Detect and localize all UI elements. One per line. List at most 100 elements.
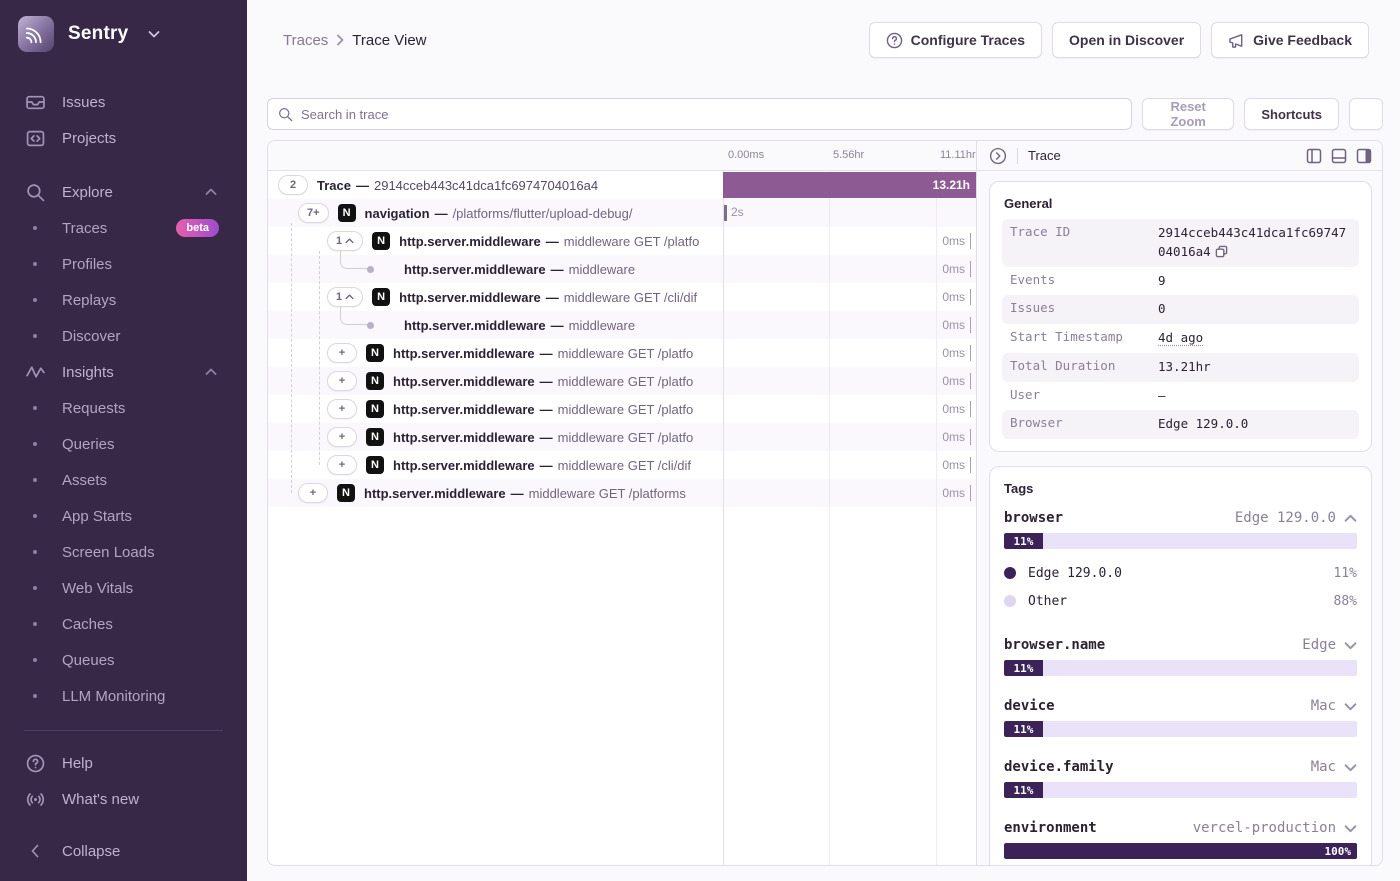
issues-icon (24, 93, 46, 112)
search-box[interactable] (267, 98, 1132, 130)
tag-header[interactable]: device Mac (1004, 694, 1357, 718)
open-in-discover-button[interactable]: Open in Discover (1052, 22, 1201, 58)
trace-toolbar: Reset Zoom Shortcuts (267, 98, 1383, 130)
tag-device-family: device.family Mac 11% (1004, 755, 1357, 798)
span-duration: 0ms (942, 429, 971, 445)
layout-bottom-icon[interactable] (1331, 148, 1347, 164)
tag-header[interactable]: browser.name Edge (1004, 633, 1357, 657)
tag-header[interactable]: browser Edge 129.0.0 (1004, 506, 1357, 530)
search-input[interactable] (301, 107, 1121, 122)
sidebar-item-help[interactable]: Help (0, 745, 247, 781)
sidebar-item-whats-new[interactable]: What's new (0, 781, 247, 817)
insights-icon (24, 363, 46, 382)
trace-id: 2914cceb443c41dca1fc6974704016a4 (374, 178, 598, 193)
sidebar-item-issues[interactable]: Issues (0, 84, 247, 120)
configure-traces-button[interactable]: Configure Traces (869, 22, 1042, 58)
expand-badge[interactable]: + (327, 343, 357, 363)
page-header: Traces Trace View Configure Traces Open … (247, 0, 1400, 80)
relative-timestamp[interactable]: 4d ago (1158, 329, 1351, 348)
sidebar-item-requests[interactable]: Requests (0, 390, 247, 426)
bullet-icon (24, 226, 46, 230)
sidebar-item-discover[interactable]: Discover (0, 318, 247, 354)
tag-header[interactable]: device.family Mac (1004, 755, 1357, 779)
tag-distribution-bar[interactable]: 100% (1004, 843, 1357, 859)
expand-badge[interactable]: 2 (278, 175, 308, 195)
span-row[interactable]: http.server.middleware — middleware 0ms (268, 255, 976, 283)
tags-heading: Tags (1002, 477, 1359, 504)
leaf-dot (367, 266, 374, 273)
sidebar-item-llm-monitoring[interactable]: LLM Monitoring (0, 678, 247, 714)
chevron-down-icon (1344, 641, 1357, 650)
bullet-icon (24, 658, 46, 662)
span-row[interactable]: + N http.server.middleware — middleware … (268, 339, 976, 367)
span-row[interactable]: + N http.server.middleware — middleware … (268, 451, 976, 479)
trace-root-row[interactable]: 2 Trace — 2914cceb443c41dca1fc6974704016… (268, 171, 976, 199)
tag-distribution-bar[interactable]: 11% (1004, 660, 1357, 676)
span-duration: 0ms (942, 233, 971, 249)
nextjs-icon: N (366, 344, 384, 362)
timeline-header: 0.00ms 5.56hr 11.11hr (268, 141, 976, 171)
sidebar-item-profiles[interactable]: Profiles (0, 246, 247, 282)
sidebar-item-caches[interactable]: Caches (0, 606, 247, 642)
nextjs-icon: N (366, 400, 384, 418)
expand-badge[interactable]: + (298, 483, 328, 503)
trace-waterfall: 0.00ms 5.56hr 11.11hr 2 Trace (268, 141, 976, 866)
tag-distribution-bar[interactable]: 11% (1004, 721, 1357, 737)
chevron-down-icon (1344, 763, 1357, 772)
span-row[interactable]: + N http.server.middleware — middleware … (268, 423, 976, 451)
nextjs-icon: N (372, 288, 390, 306)
span-row[interactable]: 1 N http.server.middleware — middleware … (268, 283, 976, 311)
copy-icon[interactable] (1215, 245, 1228, 258)
span-row[interactable]: 1 N http.server.middleware — middleware … (268, 227, 976, 255)
sidebar-item-web-vitals[interactable]: Web Vitals (0, 570, 247, 606)
breadcrumb-traces[interactable]: Traces (283, 32, 328, 49)
chevron-right-circle-icon[interactable] (989, 147, 1007, 165)
sidebar-item-screen-loads[interactable]: Screen Loads (0, 534, 247, 570)
org-name: Sentry (68, 23, 128, 45)
span-row[interactable]: http.server.middleware — middleware 0ms (268, 311, 976, 339)
span-row[interactable]: 7+ N navigation — /platforms/flutter/upl… (268, 199, 976, 227)
bullet-icon (24, 262, 46, 266)
span-duration: 0ms (942, 373, 971, 389)
legend-dot-light (1004, 595, 1016, 607)
tag-distribution-bar[interactable]: 11% (1004, 782, 1357, 798)
sidebar-item-queries[interactable]: Queries (0, 426, 247, 462)
expand-badge[interactable]: 7+ (298, 203, 329, 223)
sidebar-item-assets[interactable]: Assets (0, 462, 247, 498)
expand-badge[interactable]: + (327, 371, 357, 391)
span-row[interactable]: + N http.server.middleware — middleware … (268, 479, 976, 507)
span-row[interactable]: + N http.server.middleware — middleware … (268, 395, 976, 423)
bullet-icon (24, 586, 46, 590)
tag-distribution-bar[interactable]: 11% (1004, 533, 1357, 549)
sidebar-item-app-starts[interactable]: App Starts (0, 498, 247, 534)
layout-left-icon[interactable] (1306, 148, 1322, 164)
sidebar-item-traces[interactable]: Traces beta (0, 210, 247, 246)
span-row[interactable]: + N http.server.middleware — middleware … (268, 367, 976, 395)
org-switcher[interactable]: Sentry (0, 0, 247, 62)
bullet-icon (24, 406, 46, 410)
help-icon (24, 754, 46, 773)
give-feedback-button[interactable]: Give Feedback (1211, 22, 1369, 58)
sidebar-item-projects[interactable]: Projects (0, 120, 247, 156)
tag-header[interactable]: environment vercel-production (1004, 816, 1357, 840)
sidebar-item-queues[interactable]: Queues (0, 642, 247, 678)
expand-badge[interactable]: + (327, 399, 357, 419)
collapse-badge[interactable]: 1 (327, 287, 363, 307)
shortcuts-button[interactable]: Shortcuts (1244, 98, 1339, 130)
sidebar-section-insights[interactable]: Insights (0, 354, 247, 390)
expand-badge[interactable]: + (327, 427, 357, 447)
reset-zoom-button[interactable]: Reset Zoom (1142, 98, 1234, 130)
trace-duration-bar[interactable]: 13.21h (723, 172, 976, 198)
expand-badge[interactable]: + (327, 455, 357, 475)
sidebar-collapse-button[interactable]: Collapse (0, 833, 247, 869)
tag-browser-name: browser.name Edge 11% (1004, 633, 1357, 676)
legend-row[interactable]: Other 88% (1004, 587, 1357, 615)
span-duration: 0ms (942, 485, 971, 501)
trace-detail-panel: Trace General Trace ID 2914cceb443c41dca… (976, 141, 1383, 866)
settings-gear-button[interactable] (1349, 98, 1383, 130)
layout-right-icon[interactable] (1356, 148, 1372, 164)
collapse-badge[interactable]: 1 (327, 231, 363, 251)
legend-row[interactable]: Edge 129.0.0 11% (1004, 559, 1357, 587)
sidebar-item-replays[interactable]: Replays (0, 282, 247, 318)
sidebar-section-explore[interactable]: Explore (0, 174, 247, 210)
